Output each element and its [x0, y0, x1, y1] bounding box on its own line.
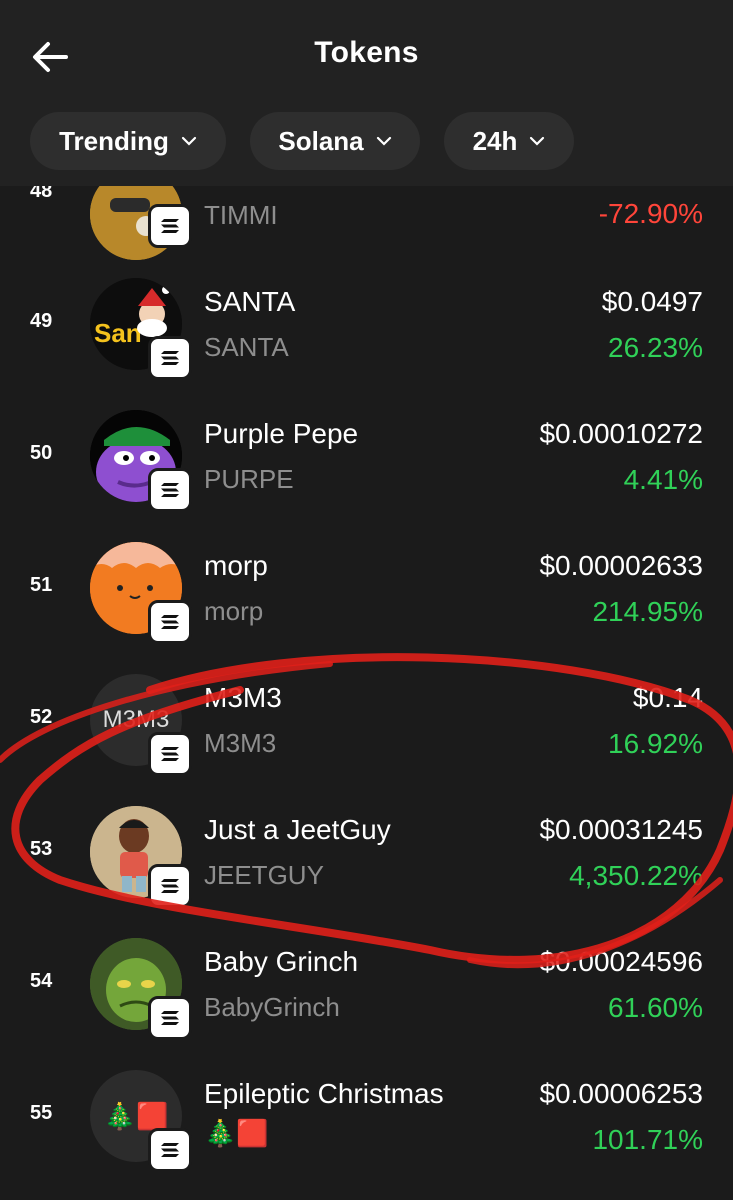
token-symbol: M3M3	[204, 728, 277, 758]
rank-number: 51	[30, 574, 53, 596]
token-name: Epileptic Christmas	[204, 1078, 444, 1109]
price-change: 4.41%	[623, 464, 703, 495]
token-row-50[interactable]: 50 Purple Pepe PURPE $0.00010272 4.41%	[0, 388, 733, 520]
token-symbol: BabyGrinch	[204, 992, 340, 1022]
token-row-54[interactable]: 54 Baby Grinch BabyGrinch $0.00024596 61…	[0, 916, 733, 1048]
filter-timeframe-dropdown[interactable]: 24h	[444, 112, 574, 170]
price-change: 26.23%	[608, 332, 703, 363]
token-price: $0.00024596	[539, 946, 703, 977]
token-symbol: SANTA	[204, 332, 289, 362]
token-row-55[interactable]: 55 🎄🟥 Epileptic Christmas 🎄🟥 $0.00006253…	[0, 1048, 733, 1180]
token-price: $0.00002633	[539, 550, 703, 581]
token-name: Just a JeetGuy	[204, 814, 391, 845]
chevron-down-icon	[181, 136, 196, 146]
page-title: Tokens	[314, 36, 419, 69]
avatar-text: M3M3	[102, 706, 170, 733]
filter-label: Solana	[278, 125, 364, 156]
solana-icon	[148, 864, 192, 908]
filter-trending-dropdown[interactable]: Trending	[30, 112, 226, 170]
solana-icon	[148, 1128, 192, 1172]
price-change: 16.92%	[608, 728, 703, 759]
svg-text:San: San	[94, 318, 142, 348]
price-change: 101.71%	[592, 1124, 703, 1155]
chevron-down-icon	[376, 136, 391, 146]
chevron-down-icon	[530, 136, 545, 146]
token-symbol: 🎄🟥	[204, 1118, 269, 1148]
price-change: -72.90%	[598, 198, 703, 229]
token-price: $0.00031245	[539, 814, 703, 845]
token-name: SANTA	[204, 286, 296, 317]
token-row-49[interactable]: 49 San SANTA SANTA $0.0497 26.23%	[0, 256, 733, 388]
token-symbol: JEETGUY	[204, 860, 324, 890]
rank-number: 50	[30, 442, 53, 464]
solana-icon	[148, 600, 192, 644]
token-name: morp	[204, 550, 268, 581]
token-price: $0.00010272	[539, 418, 703, 449]
price-change: 4,350.22%	[569, 860, 703, 891]
price-change: 61.60%	[608, 992, 703, 1023]
token-name: Baby Grinch	[204, 946, 359, 977]
rank-number: 55	[30, 1102, 53, 1124]
price-change: 214.95%	[592, 596, 703, 627]
rank-number: 54	[30, 970, 53, 992]
filter-chain-dropdown[interactable]: Solana	[250, 112, 420, 170]
token-price: $0.00006253	[539, 1078, 703, 1109]
rank-number: 49	[30, 310, 53, 332]
avatar-text: 🎄🟥	[103, 1100, 169, 1131]
token-price: $0.0497	[601, 286, 703, 317]
solana-icon	[148, 336, 192, 380]
token-name: M3M3	[204, 682, 282, 713]
solana-icon	[148, 468, 192, 512]
token-symbol: morp	[204, 596, 264, 626]
rank-number: 52	[30, 706, 53, 728]
rank-number: 53	[30, 838, 53, 860]
filter-label: 24h	[472, 125, 518, 156]
token-name: Purple Pepe	[204, 418, 359, 449]
header-bar: Tokens Trending Solana 24h	[0, 0, 733, 186]
solana-icon	[148, 732, 192, 776]
filter-label: Trending	[59, 125, 169, 156]
token-row-51[interactable]: 51 morp morp $0.00002633 214.95%	[0, 520, 733, 652]
token-price: $0.14	[632, 682, 703, 713]
token-row-53[interactable]: 53 Just a JeetGuy JEETGUY $0.00031245 4,…	[0, 784, 733, 916]
solana-icon	[148, 996, 192, 1040]
token-row-52[interactable]: 52 M3M3 M3M3 M3M3 $0.14 16.92%	[0, 652, 733, 784]
solana-icon	[148, 204, 192, 248]
token-symbol: PURPE	[204, 464, 294, 494]
token-symbol: TIMMI	[204, 200, 278, 230]
